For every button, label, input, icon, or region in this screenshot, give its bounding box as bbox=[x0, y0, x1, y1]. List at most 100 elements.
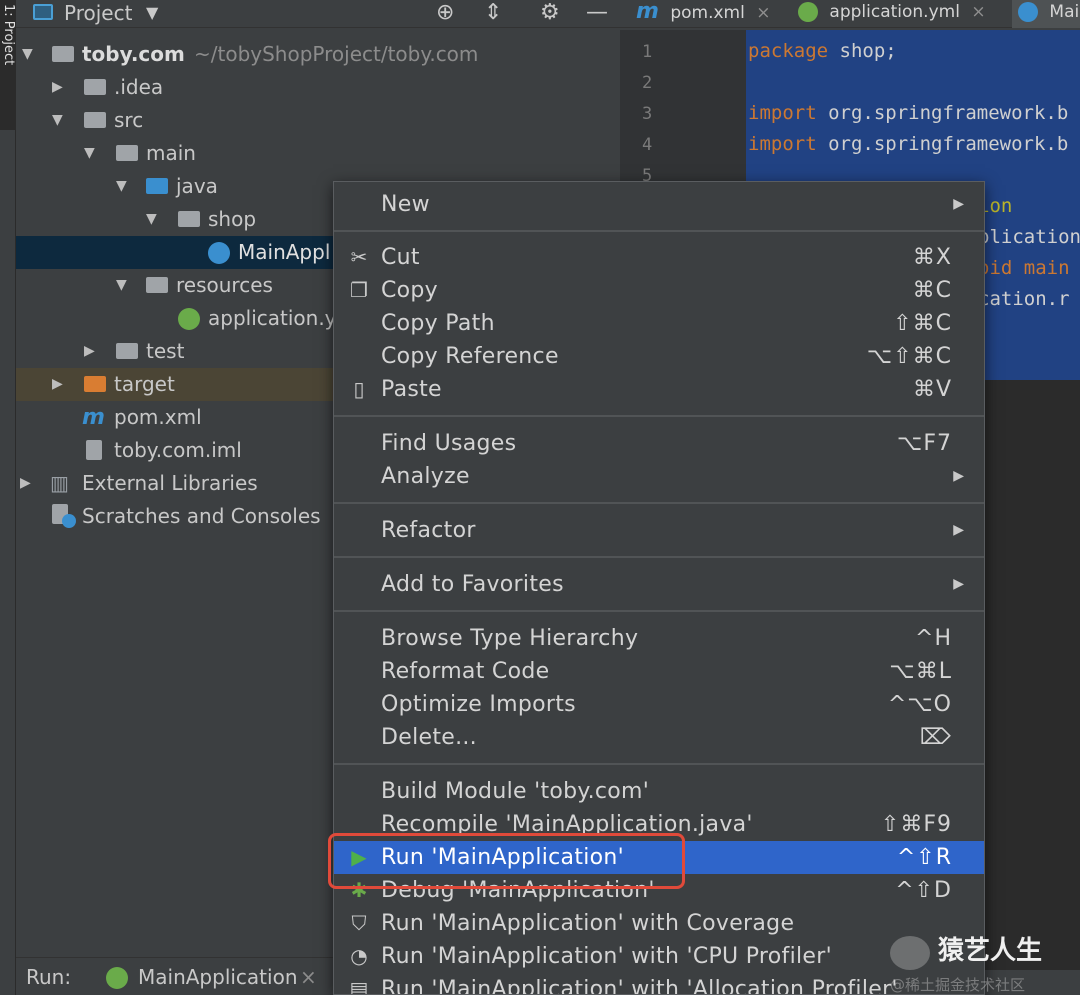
project-view-title[interactable]: Project bbox=[64, 1, 132, 25]
chevron-down-icon[interactable]: ▼ bbox=[22, 38, 33, 71]
spring-icon bbox=[178, 308, 200, 330]
tree-item-idea[interactable]: ▶ .idea bbox=[16, 71, 620, 104]
menu-item-paste[interactable]: ▯ Paste ⌘V bbox=[334, 373, 984, 406]
chevron-right-icon[interactable]: ▶ bbox=[84, 335, 95, 368]
code-line: package shop; bbox=[748, 40, 897, 62]
libraries-icon: ▥ bbox=[50, 471, 69, 495]
tree-item-label: main bbox=[146, 141, 196, 165]
clock-icon: ◔ bbox=[350, 944, 368, 968]
chevron-down-icon[interactable]: ▼ bbox=[52, 104, 63, 137]
chevron-down-icon[interactable]: ▼ bbox=[84, 137, 95, 170]
source-folder-icon bbox=[146, 178, 168, 194]
hide-panel-icon[interactable]: — bbox=[586, 0, 608, 25]
spring-class-icon bbox=[1018, 2, 1038, 22]
highlight-callout bbox=[328, 833, 685, 889]
chevron-right-icon[interactable]: ▶ bbox=[20, 467, 31, 500]
chevron-right-icon[interactable]: ▶ bbox=[52, 71, 63, 104]
tree-item-label: External Libraries bbox=[82, 471, 258, 495]
spring-icon bbox=[798, 2, 818, 22]
menu-item-run-coverage[interactable]: ⛉ Run 'MainApplication' with Coverage bbox=[334, 907, 984, 940]
folder-icon bbox=[116, 343, 138, 359]
line-number: 1 bbox=[642, 42, 653, 62]
tree-item-label: .idea bbox=[114, 75, 164, 99]
module-file-icon bbox=[86, 440, 102, 460]
tool-window-strip: 1: Project bbox=[0, 0, 16, 995]
menu-item-find-usages[interactable]: Find Usages ⌥F7 bbox=[334, 427, 984, 460]
locate-icon[interactable]: ⊕ bbox=[436, 0, 454, 25]
project-tool-tab[interactable]: 1: Project bbox=[0, 0, 16, 130]
close-icon[interactable]: × bbox=[300, 965, 317, 989]
tree-item-label: src bbox=[114, 108, 144, 132]
tree-item-root[interactable]: ▼ toby.com ~/tobyShopProject/toby.com bbox=[16, 38, 620, 71]
code-line: import org.springframework.b bbox=[748, 102, 1069, 124]
code-line: import org.springframework.b bbox=[748, 133, 1069, 155]
watermark-title: 猿艺人生 bbox=[938, 936, 1043, 966]
tree-item-label: toby.com bbox=[82, 42, 185, 66]
close-icon[interactable]: × bbox=[971, 2, 985, 22]
code-line: oid main bbox=[978, 257, 1070, 279]
tab-label: Mai bbox=[1049, 2, 1080, 22]
project-panel-header: Project ▼ ⊕ ⇕ ⚙ — bbox=[16, 0, 620, 28]
run-label: Run: bbox=[26, 965, 72, 989]
tab-mainapplication[interactable]: Mai bbox=[1012, 0, 1080, 28]
tab-label: pom.xml bbox=[670, 3, 745, 23]
line-number: 3 bbox=[642, 104, 653, 124]
menu-item-reformat-code[interactable]: Reformat Code ⌥⌘L bbox=[334, 655, 984, 688]
folder-icon bbox=[84, 79, 106, 95]
tree-item-main[interactable]: ▼ main bbox=[16, 137, 620, 170]
menu-item-refactor[interactable]: Refactor ▶ bbox=[334, 514, 984, 547]
menu-item-copy[interactable]: ❐ Copy ⌘C bbox=[334, 274, 984, 307]
gear-icon[interactable]: ⚙ bbox=[540, 0, 560, 25]
menu-item-copy-reference[interactable]: Copy Reference ⌥⇧⌘C bbox=[334, 340, 984, 373]
project-view-icon bbox=[33, 4, 53, 20]
menu-item-add-to-favorites[interactable]: Add to Favorites ▶ bbox=[334, 568, 984, 601]
tab-pom-xml[interactable]: m pom.xml × bbox=[636, 0, 771, 28]
run-config-tab[interactable]: MainApplication bbox=[138, 965, 298, 989]
chevron-down-icon[interactable]: ▼ bbox=[116, 170, 127, 203]
menu-item-run-cpu-profiler[interactable]: ◔ Run 'MainApplication' with 'CPU Profil… bbox=[334, 940, 984, 973]
menu-item-new[interactable]: New ▶ bbox=[334, 188, 984, 221]
line-number: 2 bbox=[642, 73, 653, 93]
chevron-right-icon[interactable]: ▶ bbox=[52, 368, 63, 401]
editor-tab-bar: m pom.xml × application.yml × Mai bbox=[620, 0, 1080, 28]
tab-label: application.yml bbox=[829, 2, 960, 22]
menu-separator bbox=[334, 415, 984, 417]
tree-item-src[interactable]: ▼ src bbox=[16, 104, 620, 137]
menu-separator bbox=[334, 230, 984, 232]
maven-icon: m bbox=[82, 405, 105, 430]
clipboard-icon: ▯ bbox=[353, 377, 365, 401]
collapse-all-icon[interactable]: ⇕ bbox=[484, 0, 502, 25]
tree-item-path: ~/tobyShopProject/toby.com bbox=[194, 42, 479, 66]
menu-item-browse-type-hierarchy[interactable]: Browse Type Hierarchy ^H bbox=[334, 622, 984, 655]
tab-application-yml[interactable]: application.yml × bbox=[798, 0, 986, 28]
shield-icon: ⛉ bbox=[351, 911, 367, 935]
chevron-down-icon[interactable]: ▼ bbox=[146, 203, 157, 236]
menu-item-build-module[interactable]: Build Module 'toby.com' bbox=[334, 775, 984, 808]
excluded-folder-icon bbox=[84, 376, 106, 392]
menu-item-analyze[interactable]: Analyze ▶ bbox=[334, 460, 984, 493]
module-folder-icon bbox=[52, 46, 74, 62]
close-icon[interactable]: × bbox=[756, 3, 770, 23]
folder-icon bbox=[84, 112, 106, 128]
tree-item-label: MainAppl bbox=[238, 240, 331, 264]
tree-item-label: resources bbox=[176, 273, 273, 297]
tree-item-label: shop bbox=[208, 207, 257, 231]
menu-item-copy-path[interactable]: Copy Path ⇧⌘C bbox=[334, 307, 984, 340]
menu-item-cut[interactable]: ✂ Cut ⌘X bbox=[334, 241, 984, 274]
menu-item-delete[interactable]: Delete... ⌦ bbox=[334, 721, 984, 754]
watermark-subtitle: @稀土掘金技术社区 bbox=[890, 976, 1026, 994]
folder-icon bbox=[116, 145, 138, 161]
line-number: 4 bbox=[642, 135, 653, 155]
tree-item-label: toby.com.iml bbox=[114, 438, 242, 462]
tree-item-label: java bbox=[176, 174, 218, 198]
tree-item-label: pom.xml bbox=[114, 405, 202, 429]
chevron-down-icon[interactable]: ▼ bbox=[116, 269, 127, 302]
tree-item-label: target bbox=[114, 372, 175, 396]
menu-item-run-allocation-profiler[interactable]: ▤ Run 'MainApplication' with 'Allocation… bbox=[334, 973, 984, 994]
wechat-logo-icon bbox=[890, 936, 930, 970]
menu-item-optimize-imports[interactable]: Optimize Imports ^⌥O bbox=[334, 688, 984, 721]
watermark: 猿艺人生 @稀土掘金技术社区 bbox=[890, 930, 1080, 994]
copy-icon: ❐ bbox=[350, 278, 368, 302]
clock-icon bbox=[62, 514, 76, 528]
chevron-down-icon[interactable]: ▼ bbox=[146, 3, 158, 22]
